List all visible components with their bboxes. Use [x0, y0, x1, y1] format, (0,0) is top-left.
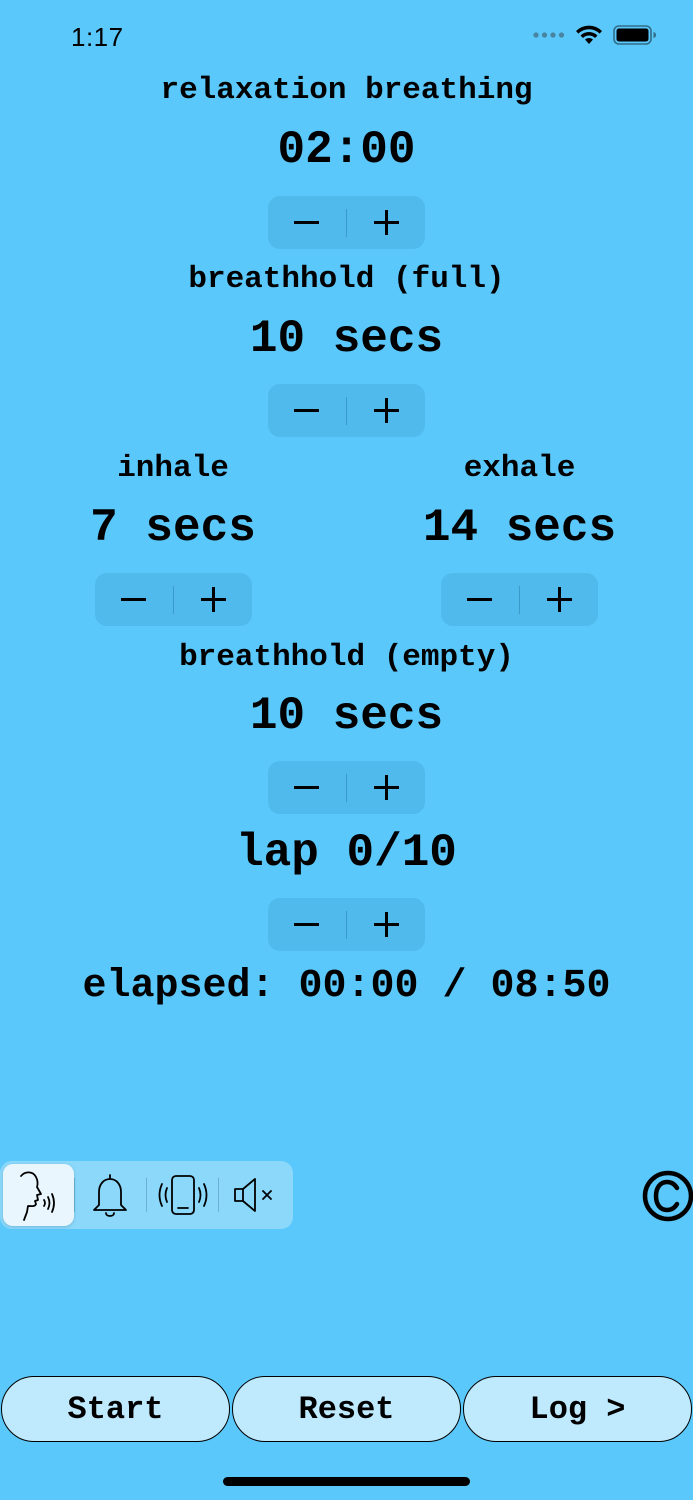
bell-icon	[93, 1174, 128, 1217]
breathhold-full-label: breathhold (full)	[188, 262, 505, 297]
inhale-increment-button[interactable]	[174, 573, 252, 626]
relaxation-decrement-button[interactable]	[268, 196, 346, 249]
breathhold-empty-increment-button[interactable]	[347, 761, 425, 814]
voice-icon	[20, 1171, 56, 1221]
exhale-decrement-button[interactable]	[441, 573, 519, 626]
breathhold-full-stepper[interactable]	[268, 384, 425, 437]
cellular-icon	[533, 32, 565, 38]
mode-bell-option[interactable]	[75, 1164, 146, 1226]
plus-icon	[546, 587, 572, 612]
exhale-increment-button[interactable]	[520, 573, 598, 626]
lap-value: lap 0/10	[236, 827, 457, 879]
status-icons	[533, 24, 657, 46]
mode-mute-option[interactable]	[219, 1164, 290, 1226]
relaxation-stepper[interactable]	[268, 196, 425, 249]
start-button[interactable]: Start	[1, 1376, 230, 1442]
vibrate-icon	[158, 1175, 207, 1215]
breathhold-full-value: 10 secs	[249, 313, 444, 365]
inhale-stepper[interactable]	[95, 573, 252, 626]
mode-vibrate-option[interactable]	[147, 1164, 218, 1226]
feedback-mode-selector[interactable]	[0, 1161, 293, 1229]
inhale-value: 7 secs	[90, 502, 256, 554]
breathhold-empty-stepper[interactable]	[268, 761, 425, 814]
status-time: 1:17	[71, 22, 124, 52]
wifi-icon	[576, 25, 602, 44]
breathhold-full-increment-button[interactable]	[347, 384, 425, 437]
minus-icon	[294, 923, 320, 926]
breathhold-empty-label: breathhold (empty)	[179, 640, 514, 675]
lap-decrement-button[interactable]	[268, 898, 346, 951]
minus-icon	[467, 598, 493, 601]
inhale-decrement-button[interactable]	[95, 573, 173, 626]
lap-increment-button[interactable]	[347, 898, 425, 951]
exhale-value: 14 secs	[422, 502, 617, 554]
plus-icon	[373, 210, 399, 235]
plus-icon	[373, 912, 399, 937]
relaxation-increment-button[interactable]	[347, 196, 425, 249]
breathhold-empty-decrement-button[interactable]	[268, 761, 346, 814]
plus-icon	[200, 587, 226, 612]
minus-icon	[294, 221, 320, 224]
breathhold-full-decrement-button[interactable]	[268, 384, 346, 437]
inhale-label: inhale	[117, 451, 229, 486]
relaxation-breathing-value: 02:00	[277, 124, 416, 176]
plus-icon	[373, 398, 399, 423]
minus-icon	[294, 409, 320, 412]
exhale-label: exhale	[463, 451, 576, 486]
elapsed-time: elapsed: 00:00 / 08:50	[82, 964, 611, 1009]
home-indicator[interactable]	[223, 1477, 470, 1486]
mode-voice-option[interactable]	[3, 1164, 74, 1226]
copyright-icon[interactable]	[641, 1169, 693, 1223]
relaxation-breathing-label: relaxation breathing	[160, 73, 533, 108]
plus-icon	[373, 775, 399, 800]
exhale-stepper[interactable]	[441, 573, 598, 626]
lap-stepper[interactable]	[268, 898, 425, 951]
log-button[interactable]: Log >	[463, 1376, 692, 1442]
battery-icon	[613, 25, 656, 45]
reset-button[interactable]: Reset	[232, 1376, 461, 1442]
breathhold-empty-value: 10 secs	[249, 690, 444, 742]
minus-icon	[121, 598, 147, 601]
minus-icon	[294, 786, 320, 789]
mute-icon	[233, 1178, 272, 1212]
